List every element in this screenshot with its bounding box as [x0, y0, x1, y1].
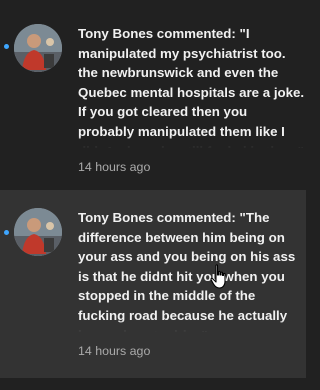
avatar[interactable] — [14, 208, 62, 256]
notification-item[interactable]: Tony Bones commented: "The difference be… — [0, 190, 306, 378]
notification-timestamp: 14 hours ago — [78, 344, 151, 358]
unread-indicator — [4, 44, 9, 49]
notification-text[interactable]: Tony Bones commented: "I manipulated my … — [78, 24, 306, 148]
avatar[interactable] — [14, 24, 62, 72]
user-avatar-icon — [14, 24, 62, 72]
notification-text[interactable]: Tony Bones commented: "The difference be… — [78, 208, 306, 332]
notification-timestamp: 14 hours ago — [78, 160, 151, 174]
hand-pointer-icon — [210, 264, 230, 290]
user-avatar-icon — [14, 208, 62, 256]
notification-item[interactable]: Tony Bones commented: "I manipulated my … — [0, 0, 306, 190]
unread-indicator — [4, 230, 9, 235]
